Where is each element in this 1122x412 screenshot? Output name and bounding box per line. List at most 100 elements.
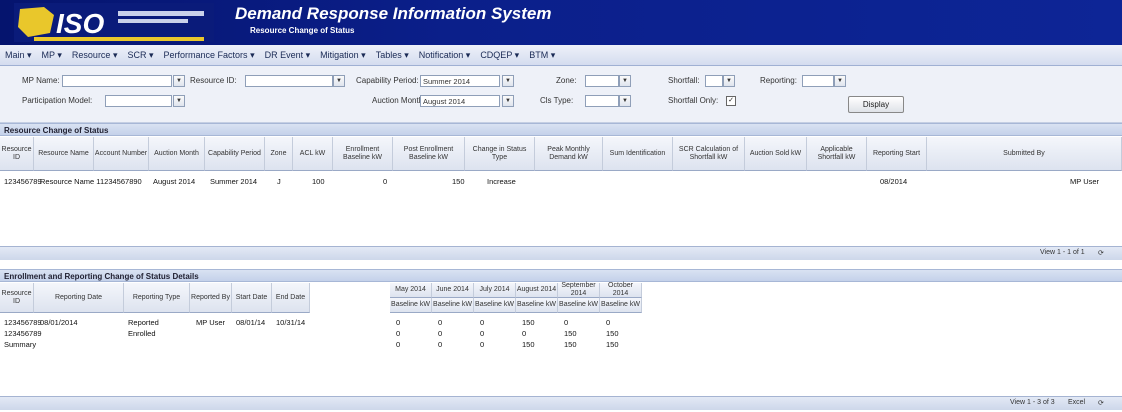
col-applicable-shortfall[interactable]: Applicable Shortfall kW <box>807 137 867 171</box>
capability-period-select[interactable]: Summer 2014 <box>420 75 500 87</box>
col2-start-date[interactable]: Start Date <box>232 283 272 313</box>
col-peak-monthly-demand[interactable]: Peak Monthly Demand kW <box>535 137 603 171</box>
display-button[interactable]: Display <box>848 96 904 113</box>
cell2-v-october: 150 <box>606 340 619 349</box>
reporting-select[interactable] <box>802 75 834 87</box>
resource-id-dropdown-icon[interactable]: ▼ <box>333 75 345 87</box>
refresh-icon[interactable]: ⟳ <box>1098 249 1104 257</box>
menu-dr-event[interactable]: DR Event ▾ <box>260 50 316 61</box>
col2-reporting-type[interactable]: Reporting Type <box>124 283 190 313</box>
menu-notification[interactable]: Notification ▾ <box>414 50 476 61</box>
cell2-v-july: 0 <box>480 340 485 349</box>
col2-month-june[interactable]: June 2014 <box>432 283 474 298</box>
iso-logo: ISO <box>14 3 214 42</box>
menu-resource[interactable]: Resource ▾ <box>67 50 123 61</box>
auction-month-select[interactable]: August 2014 <box>420 95 500 107</box>
auction-month-dropdown-icon[interactable]: ▼ <box>502 95 514 107</box>
reporting-dropdown-icon[interactable]: ▼ <box>834 75 846 87</box>
cell2-v-june: 0 <box>438 318 443 327</box>
col2-month-may[interactable]: May 2014 <box>390 283 432 298</box>
shortfall-select[interactable] <box>705 75 723 87</box>
shortfall-only-checkbox[interactable]: ✓ <box>726 96 736 106</box>
col-auction-sold[interactable]: Auction Sold kW <box>745 137 807 171</box>
menu-performance-factors[interactable]: Performance Factors ▾ <box>159 50 260 61</box>
col2-end-date[interactable]: End Date <box>272 283 310 313</box>
col-sum-identification[interactable]: Sum Identification <box>603 137 673 171</box>
app-title: Demand Response Information System <box>235 4 552 23</box>
menu-mp[interactable]: MP ▾ <box>37 50 67 61</box>
col2-sub-august: Baseline kW <box>516 298 558 313</box>
col-resource-id[interactable]: Resource ID <box>0 137 34 171</box>
cell2-v-august: 0 <box>522 329 527 338</box>
col-resource-name[interactable]: Resource Name <box>34 137 94 171</box>
col2-month-july[interactable]: July 2014 <box>474 283 516 298</box>
zone-select[interactable] <box>585 75 619 87</box>
col-capability-period[interactable]: Capability Period <box>205 137 265 171</box>
cell-resource-id: 123456789 <box>4 177 42 186</box>
col-auction-month[interactable]: Auction Month <box>149 137 205 171</box>
col2-sub-october: Baseline kW <box>600 298 642 313</box>
cell2-resource-id: 123456789 <box>4 318 42 327</box>
svg-text:ISO: ISO <box>56 8 104 39</box>
cell-change-type: Increase <box>487 177 516 186</box>
col-account-number[interactable]: Account Number <box>94 137 149 171</box>
section2-pager: View 1 - 3 of 3 Excel ⟳ <box>0 396 1122 410</box>
cell2-v-june: 0 <box>438 329 443 338</box>
cell2-v-october: 150 <box>606 329 619 338</box>
col-submitted-by[interactable]: Submitted By <box>927 137 1122 171</box>
refresh-icon[interactable]: ⟳ <box>1098 399 1104 407</box>
col2-reporting-date[interactable]: Reporting Date <box>34 283 124 313</box>
reporting-label: Reporting: <box>760 76 797 85</box>
shortfall-dropdown-icon[interactable]: ▼ <box>723 75 735 87</box>
mp-name-label: MP Name: <box>22 76 60 85</box>
participation-model-dropdown-icon[interactable]: ▼ <box>173 95 185 107</box>
menu-tables[interactable]: Tables ▾ <box>371 50 414 61</box>
col-reporting-start[interactable]: Reporting Start <box>867 137 927 171</box>
cls-type-label: Cls Type: <box>540 96 574 105</box>
menu-main[interactable]: Main ▾ <box>0 50 37 61</box>
cell-capability-period: Summer 2014 <box>210 177 258 186</box>
menu-btm[interactable]: BTM ▾ <box>524 50 560 61</box>
cell2-v-september: 0 <box>564 318 569 327</box>
col2-month-september[interactable]: September 2014 <box>558 282 600 298</box>
cell2-end: 10/31/14 <box>276 318 306 327</box>
cell2-v-august: 150 <box>522 318 535 327</box>
cell-reporting-start: 08/2014 <box>880 177 908 186</box>
mp-name-select[interactable] <box>62 75 172 87</box>
cell2-v-may: 0 <box>396 318 401 327</box>
col-enrollment-baseline[interactable]: Enrollment Baseline kW <box>333 137 393 171</box>
col-zone[interactable]: Zone <box>265 137 293 171</box>
col2-month-august[interactable]: August 2014 <box>516 283 558 298</box>
cell2-resource-id: Summary <box>4 340 37 349</box>
cell2-start: 08/01/14 <box>236 318 266 327</box>
col2-sub-june: Baseline kW <box>432 298 474 313</box>
col2-resource-id[interactable]: Resource ID <box>0 283 34 313</box>
col-scr-calculation[interactable]: SCR Calculation of Shortfall kW <box>673 137 745 171</box>
auction-month-label: Auction Month: <box>372 96 426 105</box>
col-change-in-status[interactable]: Change in Status Type <box>465 137 535 171</box>
filter-panel: MP Name: ▼ Resource ID: ▼ Capability Per… <box>0 66 1122 123</box>
zone-dropdown-icon[interactable]: ▼ <box>619 75 631 87</box>
menu-scr[interactable]: SCR ▾ <box>122 50 158 61</box>
col-post-enrollment-baseline[interactable]: Post Enrollment Baseline kW <box>393 137 465 171</box>
mp-name-dropdown-icon[interactable]: ▼ <box>173 75 185 87</box>
cls-type-dropdown-icon[interactable]: ▼ <box>619 95 631 107</box>
menu-mitigation[interactable]: Mitigation ▾ <box>315 50 371 61</box>
menu-cdqep[interactable]: CDQEP ▾ <box>475 50 524 61</box>
col-acl[interactable]: ACL kW <box>293 137 333 171</box>
cell-acl: 100 <box>312 177 325 186</box>
cls-type-select[interactable] <box>585 95 619 107</box>
cell2-v-august: 150 <box>522 340 535 349</box>
shortfall-label: Shortfall: <box>668 76 700 85</box>
participation-model-select[interactable] <box>105 95 172 107</box>
col2-reported-by[interactable]: Reported By <box>190 283 232 313</box>
capability-period-label: Capability Period: <box>356 76 419 85</box>
capability-period-dropdown-icon[interactable]: ▼ <box>502 75 514 87</box>
export-button[interactable]: Excel <box>1068 399 1085 406</box>
cell2-v-september: 150 <box>564 329 577 338</box>
section1-pager: View 1 - 1 of 1 ⟳ <box>0 246 1122 260</box>
resource-id-select[interactable] <box>245 75 333 87</box>
section-enrollment-reporting-details: Enrollment and Reporting Change of Statu… <box>0 269 1122 282</box>
col2-month-october[interactable]: October 2014 <box>600 282 642 298</box>
cell2-v-july: 0 <box>480 318 485 327</box>
